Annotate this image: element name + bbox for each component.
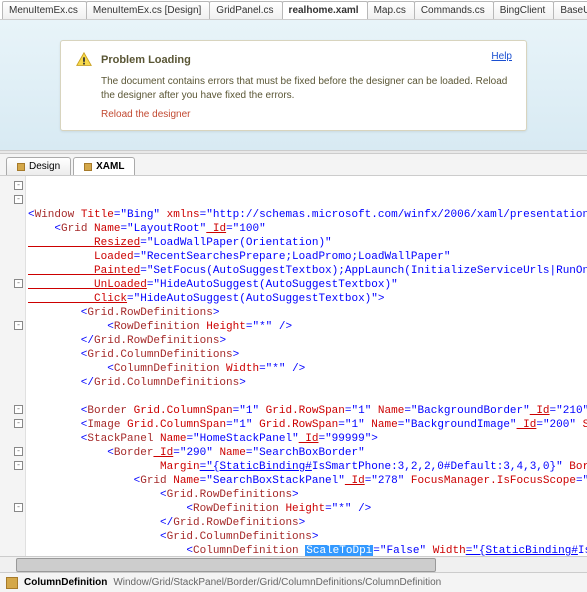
horizontal-scrollbar[interactable]	[0, 556, 587, 572]
fold-toggle[interactable]: -	[14, 419, 23, 428]
design-tab[interactable]: Design	[6, 157, 71, 175]
design-icon	[17, 163, 25, 171]
xaml-icon	[84, 163, 92, 171]
tab-map[interactable]: Map.cs	[367, 1, 415, 19]
fold-toggle[interactable]: -	[14, 195, 23, 204]
designer-pane: Problem Loading Help The document contai…	[0, 20, 587, 150]
tab-menuitemex[interactable]: MenuItemEx.cs	[2, 1, 87, 19]
tab-commands[interactable]: Commands.cs	[414, 1, 494, 19]
fold-toggle[interactable]: -	[14, 461, 23, 470]
xaml-tab[interactable]: XAML	[73, 157, 135, 175]
tab-baseui[interactable]: BaseUI.cs	[553, 1, 587, 19]
tab-gridpanel[interactable]: GridPanel.cs	[209, 1, 282, 19]
document-tabstrip: MenuItemEx.cs MenuItemEx.cs [Design] Gri…	[0, 0, 587, 20]
breadcrumb-element[interactable]: ColumnDefinition	[24, 577, 107, 588]
problem-loading-box: Problem Loading Help The document contai…	[60, 40, 527, 131]
xaml-editor[interactable]: - - - - - - - - - <Window Title="Bing" x…	[0, 176, 587, 556]
view-tabstrip: Design XAML	[0, 154, 587, 176]
fold-toggle[interactable]: -	[14, 181, 23, 190]
reload-designer-link[interactable]: Reload the designer	[101, 109, 512, 120]
tab-bingclient[interactable]: BingClient	[493, 1, 555, 19]
fold-toggle[interactable]: -	[14, 405, 23, 414]
tab-menuitemex-design[interactable]: MenuItemEx.cs [Design]	[86, 1, 210, 19]
fold-toggle[interactable]: -	[14, 279, 23, 288]
tab-realhome-xaml[interactable]: realhome.xaml	[282, 1, 368, 19]
breadcrumb-bar: ColumnDefinition Window/Grid/StackPanel/…	[0, 572, 587, 592]
message-body: The document contains errors that must b…	[101, 75, 512, 103]
warning-icon	[75, 51, 93, 69]
fold-toggle[interactable]: -	[14, 503, 23, 512]
gutter: - - - - - - - - -	[0, 176, 26, 556]
breadcrumb-path[interactable]: Window/Grid/StackPanel/Border/Grid/Colum…	[113, 577, 441, 588]
message-title: Problem Loading	[101, 54, 191, 66]
help-link[interactable]: Help	[491, 51, 512, 62]
fold-toggle[interactable]: -	[14, 321, 23, 330]
fold-toggle[interactable]: -	[14, 447, 23, 456]
